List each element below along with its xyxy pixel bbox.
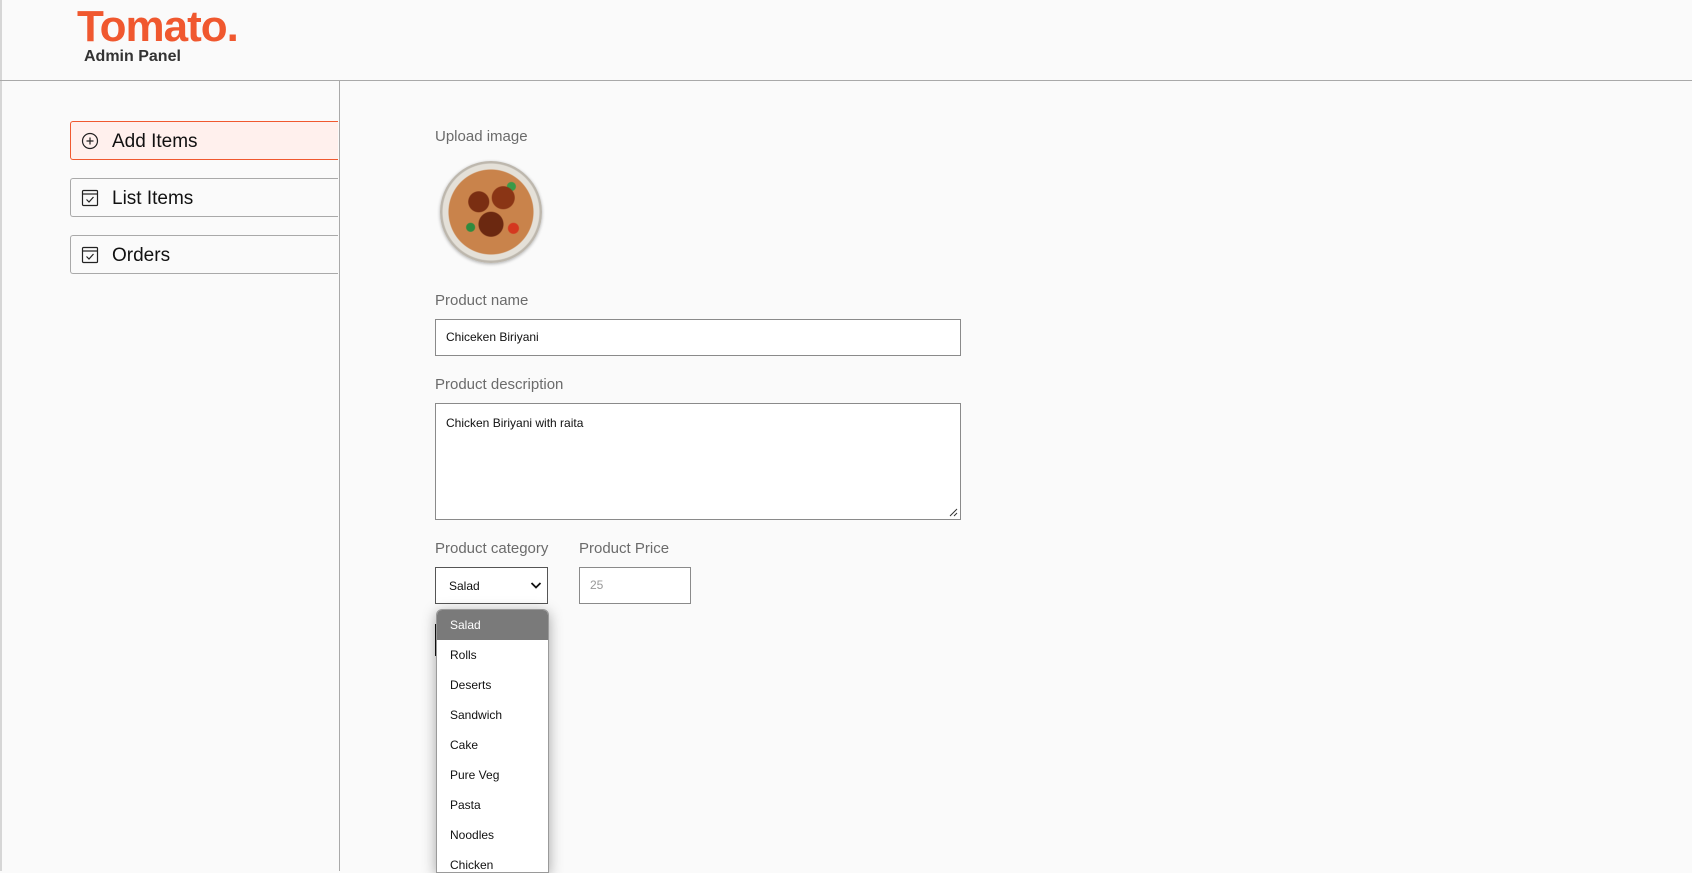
upload-image-label: Upload image [435,128,528,145]
product-category-select[interactable]: Salad [435,567,548,604]
sidebar-item-label: List Items [112,188,194,209]
checklist-icon [81,246,99,264]
category-selected-value: Salad [449,579,480,593]
checklist-icon [81,189,99,207]
sidebar-item-add-items[interactable]: Add Items [70,121,338,160]
dropdown-option-cake[interactable]: Cake [437,730,548,760]
product-description-label: Product description [435,376,564,393]
product-name-input[interactable]: Chiceken Biriyani [435,319,961,356]
sidebar-item-orders[interactable]: Orders [70,235,338,274]
dropdown-option-sandwich[interactable]: Sandwich [437,700,548,730]
dropdown-option-deserts[interactable]: Deserts [437,670,548,700]
add-circle-icon [81,132,99,150]
dropdown-option-chicken[interactable]: Chicken [437,850,548,872]
brand-logo: Tomato. [77,2,239,51]
dropdown-option-pasta[interactable]: Pasta [437,790,548,820]
product-description-textarea[interactable]: Chicken Biriyani with raita [435,403,961,520]
sidebar: Add Items List Items Orders [2,81,340,871]
dropdown-option-rolls[interactable]: Rolls [437,640,548,670]
dropdown-option-noodles[interactable]: Noodles [437,820,548,850]
category-dropdown-list: Salad Rolls Deserts Sandwich Cake Pure V… [436,609,549,873]
resize-grip-icon[interactable] [949,508,958,517]
chevron-down-icon [530,582,542,589]
sidebar-item-list-items[interactable]: List Items [70,178,338,217]
upload-image-thumbnail[interactable] [440,161,542,263]
top-navbar: Tomato. Admin Panel [0,0,1692,81]
sidebar-item-label: Add Items [112,131,198,152]
product-price-label: Product Price [579,540,670,557]
dropdown-option-pure-veg[interactable]: Pure Veg [437,760,548,790]
product-category-label: Product category [435,540,549,557]
sidebar-item-label: Orders [112,245,171,266]
admin-panel-subtitle: Admin Panel [84,48,181,65]
dropdown-option-salad[interactable]: Salad [437,610,548,640]
product-price-input[interactable]: 25 [579,567,691,604]
product-name-label: Product name [435,292,529,309]
product-description-text: Chicken Biriyani with raita [446,416,584,430]
